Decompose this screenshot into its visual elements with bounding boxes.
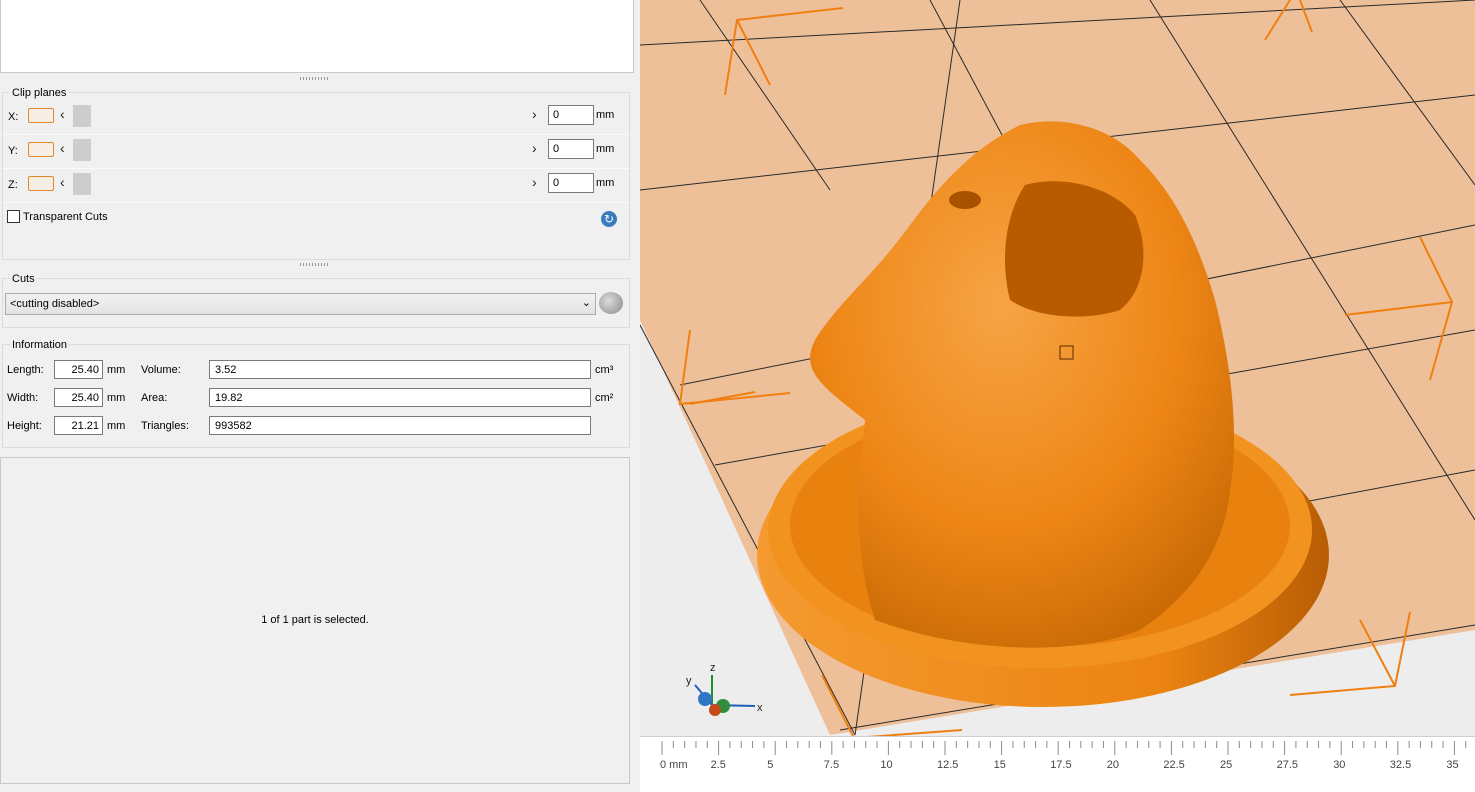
chevron-left-icon[interactable]: ‹ <box>60 174 65 190</box>
ruler-label: 25 <box>1220 759 1233 771</box>
information-title: Information <box>10 339 70 351</box>
height-unit: mm <box>107 420 126 432</box>
clip-y-slider[interactable] <box>73 139 528 161</box>
volume-value: 3.52 <box>209 360 591 379</box>
ruler-label: 2.5 <box>710 759 726 771</box>
ruler-label: 22.5 <box>1163 759 1185 771</box>
slider-thumb[interactable] <box>73 173 91 195</box>
area-value: 19.82 <box>209 388 591 407</box>
ruler-ticks <box>661 741 1467 755</box>
model-eye <box>949 191 981 209</box>
splitter-grip[interactable] <box>300 263 330 266</box>
slider-thumb[interactable] <box>73 105 91 127</box>
chevron-right-icon[interactable]: › <box>532 106 537 122</box>
chevron-down-icon: ⌄ <box>581 297 591 309</box>
ruler-label: 35 <box>1446 759 1459 771</box>
clip-planes-group: Clip planes X: ‹ › 0 mm Y: ‹ › 0 mm Z: ‹… <box>2 87 630 260</box>
3d-viewport[interactable]: z y x <box>640 0 1475 791</box>
height-label: Height: <box>7 420 42 432</box>
cut-tool-icon[interactable] <box>599 292 623 314</box>
clip-axis-label: Y: <box>8 145 18 157</box>
clip-row-z: Z: ‹ › 0 mm <box>3 170 629 203</box>
ruler-label: 30 <box>1333 759 1346 771</box>
ruler-label: 20 <box>1106 759 1120 771</box>
width-unit: mm <box>107 392 126 404</box>
status-area: 1 of 1 part is selected. <box>0 457 630 784</box>
clip-row-y: Y: ‹ › 0 mm <box>3 136 629 169</box>
clip-row-x: X: ‹ › 0 mm <box>3 102 629 135</box>
ruler-label: 27.5 <box>1276 759 1299 771</box>
axis-label-y: y <box>686 675 692 687</box>
clip-plane-x-toggle[interactable] <box>28 108 54 123</box>
unit-label: mm <box>596 143 615 155</box>
clip-x-input[interactable]: 0 <box>548 105 594 125</box>
scene-svg: z y x <box>640 0 1475 791</box>
area-unit: cm² <box>595 392 614 404</box>
left-panel: Clip planes X: ‹ › 0 mm Y: ‹ › 0 mm Z: ‹… <box>0 0 636 791</box>
transparent-cuts-checkbox[interactable] <box>7 210 20 223</box>
clip-plane-y-toggle[interactable] <box>28 142 54 157</box>
width-label: Width: <box>7 392 39 404</box>
triangles-value: 993582 <box>209 416 591 435</box>
reset-icon[interactable]: ↻ <box>601 211 617 227</box>
ruler-label: 5 <box>767 759 774 771</box>
clip-plane-z-toggle[interactable] <box>28 176 54 191</box>
chevron-left-icon[interactable]: ‹ <box>60 140 65 156</box>
ruler: 0 mm 2.5 5 7.5 10 12.5 15 17.5 20 22.5 25 27.5 30 32.… <box>640 736 1475 792</box>
area-label: Area: <box>141 392 168 404</box>
length-unit: mm <box>107 364 126 376</box>
chevron-right-icon[interactable]: › <box>532 140 537 156</box>
clip-x-slider[interactable] <box>73 105 528 127</box>
object-list-area[interactable] <box>0 0 634 73</box>
clip-axis-label: Z: <box>8 179 18 191</box>
ruler-label: 17.5 <box>1050 759 1072 771</box>
ruler-label: 0 mm <box>660 759 688 771</box>
height-value: 21.21 <box>54 416 103 435</box>
axis-label-x: x <box>757 702 763 714</box>
cuts-title: Cuts <box>10 273 37 285</box>
clip-planes-title: Clip planes <box>10 87 69 99</box>
chevron-left-icon[interactable]: ‹ <box>60 106 65 122</box>
unit-label: mm <box>596 109 615 121</box>
cuts-selected-value: <cutting disabled> <box>10 298 100 310</box>
ruler-label: 15 <box>993 759 1006 771</box>
ruler-label: 7.5 <box>823 759 840 771</box>
ruler-label: 12.5 <box>937 759 959 771</box>
selection-status: 1 of 1 part is selected. <box>261 614 369 626</box>
cuts-dropdown[interactable]: <cutting disabled> ⌄ <box>5 293 596 315</box>
volume-label: Volume: <box>141 364 181 376</box>
clip-axis-label: X: <box>8 111 19 123</box>
ruler-label: 32.5 <box>1389 759 1412 771</box>
chevron-right-icon[interactable]: › <box>532 174 537 190</box>
transparent-cuts-label[interactable]: Transparent Cuts <box>23 211 108 223</box>
slider-thumb[interactable] <box>73 139 91 161</box>
width-value: 25.40 <box>54 388 103 407</box>
unit-label: mm <box>596 177 615 189</box>
clip-y-input[interactable]: 0 <box>548 139 594 159</box>
clip-z-input[interactable]: 0 <box>548 173 594 193</box>
ruler-label: 10 <box>880 759 893 771</box>
clip-z-slider[interactable] <box>73 173 528 195</box>
triangles-label: Triangles: <box>141 420 189 432</box>
length-value: 25.40 <box>54 360 103 379</box>
length-label: Length: <box>7 364 44 376</box>
splitter-grip[interactable] <box>300 77 330 80</box>
volume-unit: cm³ <box>595 364 614 376</box>
axis-label-z: z <box>710 662 716 674</box>
